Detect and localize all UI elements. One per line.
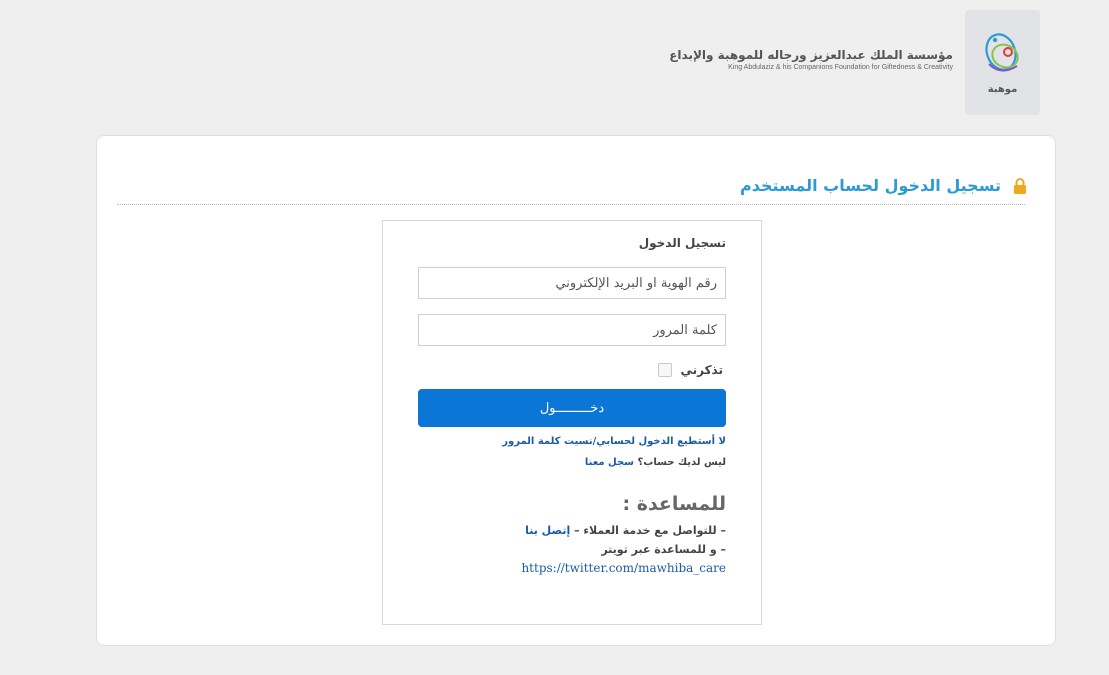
remember-me-checkbox[interactable] xyxy=(658,363,673,377)
page-title: تسجيل الدخول لحساب المستخدم xyxy=(740,176,1001,195)
org-name-english: King Abdulaziz & his Companions Foundati… xyxy=(728,64,953,71)
help-title: للمساعدة : xyxy=(622,493,726,515)
org-name-arabic: مؤسسة الملك عبدالعزيز ورجاله للموهبة وال… xyxy=(669,48,953,62)
twitter-link[interactable]: https://twitter.com/mawhiba_care xyxy=(521,561,726,575)
mawhiba-logo[interactable]: موهبة xyxy=(965,10,1040,115)
register-link[interactable]: سجل معنا xyxy=(585,457,634,468)
title-divider xyxy=(117,204,1025,205)
login-button[interactable]: دخـــــــــول xyxy=(418,389,726,427)
no-account-text: ليس لديك حساب؟ xyxy=(637,457,726,468)
card-title-row: تسجيل الدخول لحساب المستخدم xyxy=(740,176,1027,195)
remember-me-label: تذكرني xyxy=(680,363,723,377)
password-input[interactable] xyxy=(418,314,726,346)
login-heading: تسجيل الدخول xyxy=(638,236,726,250)
mawhiba-logo-icon xyxy=(984,33,1019,72)
contact-us-link[interactable]: إتصل بنا xyxy=(525,524,570,537)
id-email-input[interactable] xyxy=(418,267,726,299)
remember-me-row: تذكرني xyxy=(658,363,723,377)
login-form: تسجيل الدخول تذكرني دخـــــــــول لا أست… xyxy=(382,220,762,625)
register-line: ليس لديك حساب؟ سجل معنا xyxy=(585,457,726,468)
login-card: تسجيل الدخول لحساب المستخدم تسجيل الدخول… xyxy=(96,135,1056,646)
lock-icon xyxy=(1013,177,1027,194)
help-contact-line: – للتواصل مع خدمة العملاء – إتصل بنا xyxy=(525,524,726,537)
forgot-password-link[interactable]: لا أستطيع الدخول لحسابي/نسيت كلمة المرور xyxy=(502,436,726,447)
help-contact-text: – للتواصل مع خدمة العملاء – xyxy=(574,524,726,537)
org-name: مؤسسة الملك عبدالعزيز ورجاله للموهبة وال… xyxy=(669,47,953,73)
logo-word: موهبة xyxy=(987,84,1018,95)
help-twitter-line: – و للمساعدة عبر تويتر xyxy=(601,543,726,556)
